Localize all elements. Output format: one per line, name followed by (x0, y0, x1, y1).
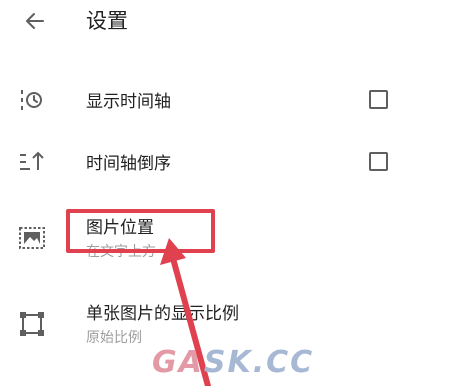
show-timeline-checkbox[interactable] (369, 90, 388, 109)
aspect-ratio-icon (20, 312, 44, 336)
reverse-order-icon (20, 151, 44, 170)
timeline-reverse-checkbox[interactable] (369, 152, 388, 171)
setting-title: 单张图片的显示比例 (86, 304, 239, 324)
app-bar: 设置 (0, 0, 460, 46)
watermark: GASK.CC (152, 345, 315, 380)
setting-title: 时间轴倒序 (86, 154, 171, 174)
setting-show-timeline[interactable]: 显示时间轴 (0, 82, 460, 122)
setting-subtitle: 原始比例 (86, 330, 142, 346)
setting-title: 显示时间轴 (86, 92, 171, 112)
timeline-clock-icon (21, 90, 42, 110)
setting-timeline-reverse[interactable]: 时间轴倒序 (0, 144, 460, 184)
image-position-icon (19, 227, 45, 249)
page-title: 设置 (86, 9, 128, 33)
setting-single-image-ratio[interactable]: 单张图片的显示比例 原始比例 (0, 300, 460, 350)
highlight-box (66, 209, 215, 253)
back-arrow-icon[interactable] (20, 6, 50, 36)
